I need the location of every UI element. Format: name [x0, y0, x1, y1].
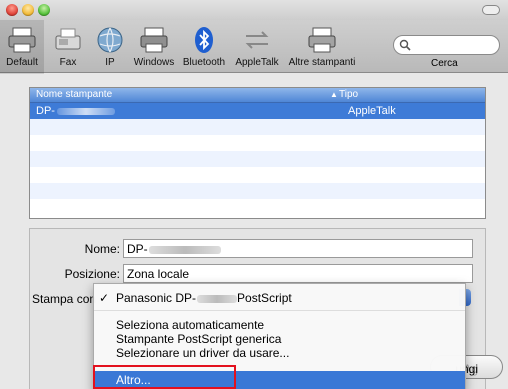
menu-item-choose-driver[interactable]: Selezionare un driver da usare...	[116, 346, 289, 360]
toolbar-label: Windows	[133, 57, 175, 68]
toolbar-label: Fax	[59, 57, 77, 68]
print-using-label: Stampa con	[32, 292, 97, 306]
column-header-name[interactable]: Nome stampante	[36, 89, 112, 100]
globe-icon	[97, 27, 123, 53]
name-value: DP-	[127, 242, 148, 256]
search-input[interactable]	[393, 35, 500, 55]
appletalk-icon	[245, 31, 269, 49]
windows-printer-icon	[140, 27, 168, 53]
toolbar-other-printers[interactable]: Altre stampanti	[286, 26, 358, 68]
toolbar-label: Altre stampanti	[288, 57, 356, 68]
search-label: Cerca	[431, 58, 458, 69]
toolbar-default[interactable]: Default	[0, 20, 44, 74]
minimize-button[interactable]	[22, 4, 34, 16]
list-stripe	[30, 151, 485, 167]
printer-icon	[8, 27, 36, 53]
printer-icon	[308, 27, 336, 53]
redacted-text	[56, 107, 115, 115]
toolbar-label: Bluetooth	[182, 57, 226, 68]
list-stripe	[30, 183, 485, 199]
menu-item-selected-driver[interactable]: Panasonic DP- PostScript	[116, 291, 292, 305]
menu-item-auto-select[interactable]: Seleziona automaticamente	[116, 318, 264, 332]
zoom-button[interactable]	[38, 4, 50, 16]
column-header-type[interactable]: Tipo	[339, 89, 358, 100]
toolbar-label: Default	[6, 57, 38, 68]
table-row[interactable]: DP- AppleTalk	[30, 103, 485, 119]
title-bar	[0, 0, 508, 20]
search-icon	[399, 39, 411, 51]
close-button[interactable]	[6, 4, 18, 16]
selected-driver-name: Panasonic DP-	[116, 291, 197, 305]
toolbar-windows[interactable]: Windows	[130, 26, 178, 68]
toolbar-ip[interactable]: IP	[92, 26, 128, 68]
name-field[interactable]: DP-	[123, 239, 473, 258]
toolbar-toggle-button[interactable]	[482, 5, 500, 15]
annotation-highlight-box	[93, 365, 236, 389]
sort-arrow-icon: ▲	[330, 90, 338, 99]
list-header: Nome stampante ▲ Tipo	[30, 88, 485, 103]
toolbar-bluetooth[interactable]: Bluetooth	[180, 26, 228, 68]
menu-separator	[94, 310, 465, 311]
printer-type: AppleTalk	[348, 105, 396, 117]
selected-driver-suffix: PostScript	[237, 291, 292, 305]
name-label: Nome:	[84, 242, 120, 256]
redacted-text	[197, 294, 238, 303]
printer-name: DP-	[36, 105, 55, 117]
redacted-text	[148, 245, 221, 254]
toolbar-appletalk[interactable]: AppleTalk	[232, 26, 282, 68]
location-field[interactable]: Zona locale	[123, 264, 473, 283]
checkmark-icon: ✓	[99, 291, 110, 305]
location-label: Posizione:	[64, 267, 120, 281]
fax-icon	[55, 28, 81, 50]
toolbar-fax[interactable]: Fax	[48, 26, 88, 68]
menu-item-generic-postscript[interactable]: Stampante PostScript generica	[116, 332, 281, 346]
printer-list[interactable]: Nome stampante ▲ Tipo DP- AppleTalk	[29, 87, 486, 219]
toolbar: Default Fax IP Windows Bluetooth AppleTa…	[0, 20, 508, 74]
toolbar-label: AppleTalk	[235, 57, 279, 68]
bluetooth-icon	[195, 27, 213, 53]
list-stripe	[30, 119, 485, 135]
toolbar-label: IP	[105, 57, 115, 68]
printer-browser-window: Default Fax IP Windows Bluetooth AppleTa…	[0, 0, 508, 389]
